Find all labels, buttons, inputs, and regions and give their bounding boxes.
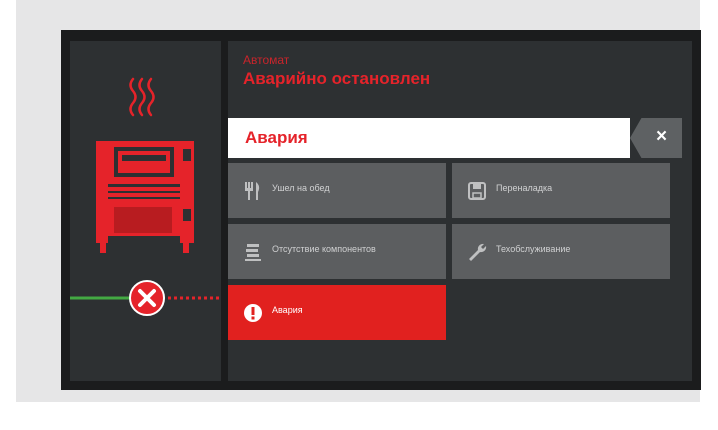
close-icon: × (656, 126, 668, 147)
state-title: Аварийно остановлен (243, 69, 431, 88)
tile-maintenance[interactable]: Техобслуживание (452, 224, 670, 279)
status-panel: Автомат Аварийно остановлен Авария × Уше… (228, 41, 692, 381)
floppy-disk-icon (468, 182, 486, 200)
fork-knife-icon (245, 182, 260, 200)
tile-alarm[interactable]: Авария (228, 285, 446, 340)
tile-lunch[interactable]: Ушел на обед (228, 163, 446, 218)
alert-exclamation-icon (244, 304, 262, 322)
wrench-icon (469, 243, 487, 261)
close-button[interactable]: × (630, 118, 682, 158)
component-reel-icon (245, 244, 261, 261)
tile-label: Переналадка (496, 183, 553, 193)
tile-changeover[interactable]: Переналадка (452, 163, 670, 218)
alarm-bar-label: Авария (245, 128, 308, 147)
hmi-screen: Автомат Аварийно остановлен Авария × Уше… (61, 30, 701, 390)
machine-panel (70, 41, 221, 381)
tile-no-components[interactable]: Отсутствие компонентов (228, 224, 446, 279)
error-status-icon (129, 280, 165, 316)
photo-frame: Автомат Аварийно остановлен Авария × Уше… (16, 0, 701, 402)
machine-icon (70, 141, 221, 300)
alarm-bar: Авария (228, 118, 630, 158)
mode-label: Автомат (243, 53, 290, 67)
tile-label: Ушел на обед (272, 183, 330, 193)
tile-label: Авария (272, 305, 303, 315)
tile-label: Отсутствие компонентов (272, 244, 376, 254)
tile-label: Техобслуживание (496, 244, 571, 254)
